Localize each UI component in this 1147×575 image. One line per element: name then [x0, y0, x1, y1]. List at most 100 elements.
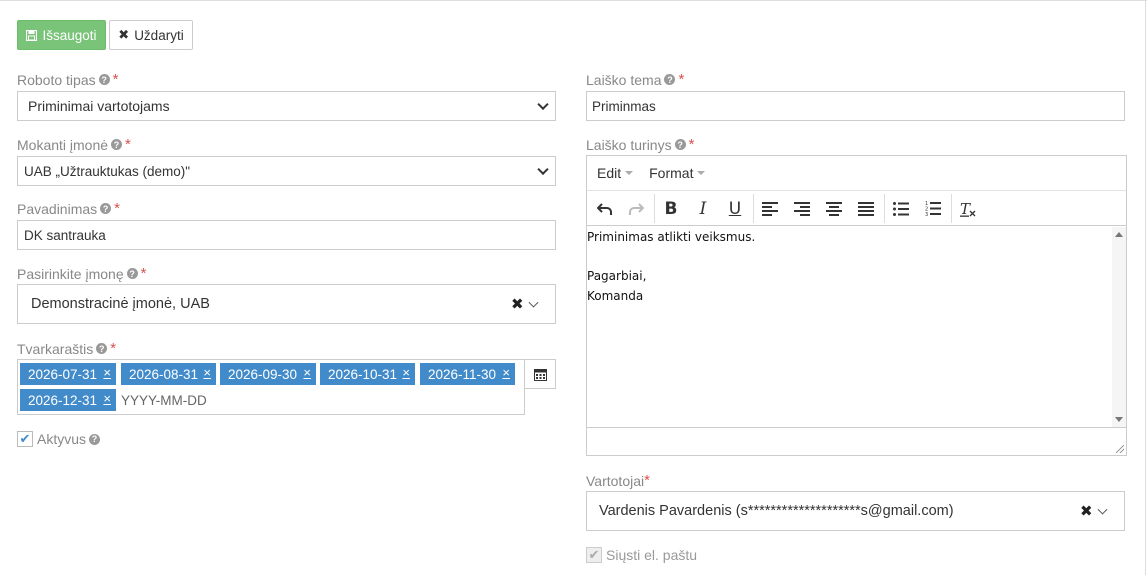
select-company-label: Pasirinkite įmonę ? *	[17, 265, 146, 282]
subject-input[interactable]: Priminmas	[586, 91, 1125, 121]
users-dropdown[interactable]: Vardenis Pavardenis (s******************…	[586, 491, 1125, 531]
robot-type-select[interactable]: Priminimai vartotojams	[17, 91, 556, 121]
robot-type-value: Priminimai vartotojams	[28, 98, 170, 114]
date-tag: 2026-12-31 ×	[20, 389, 116, 411]
help-icon[interactable]: ?	[98, 74, 110, 85]
required-mark: *	[678, 71, 685, 88]
svg-text:3: 3	[925, 212, 928, 216]
required-mark: *	[110, 340, 117, 357]
italic-icon[interactable]: I	[687, 191, 719, 226]
close-button[interactable]: ✖ Uždaryti	[109, 20, 193, 50]
schedule-input[interactable]: 2026-07-31 × 2026-08-31 × 2026-09-30 × 2…	[17, 359, 525, 415]
remove-tag-icon[interactable]: ×	[103, 391, 111, 406]
help-icon[interactable]: ?	[674, 139, 686, 150]
help-icon[interactable]: ?	[100, 203, 112, 214]
date-placeholder[interactable]: YYYY-MM-DD	[121, 393, 207, 408]
help-icon[interactable]: ?	[111, 139, 123, 150]
date-tag: 2026-10-31 ×	[320, 363, 415, 385]
clear-formatting-icon[interactable]: T	[952, 191, 984, 226]
underline-icon[interactable]: U	[719, 191, 751, 226]
send-email-checkbox[interactable]: ✔	[586, 547, 602, 563]
company-label-text: Mokanti įmonė	[17, 136, 109, 153]
scroll-down-icon[interactable]	[1115, 417, 1123, 422]
remove-tag-icon[interactable]: ×	[502, 365, 510, 380]
align-center-icon[interactable]	[818, 191, 850, 226]
chevron-down-icon[interactable]	[1097, 504, 1108, 515]
remove-tag-icon[interactable]: ×	[103, 365, 111, 380]
close-icon: ✖	[118, 27, 130, 42]
save-button-label: Išsaugoti	[42, 27, 97, 43]
help-icon[interactable]: ?	[96, 343, 108, 354]
menu-edit[interactable]: Edit	[597, 165, 634, 181]
name-label: Pavadinimas ? *	[17, 200, 120, 217]
active-checkbox[interactable]: ✔	[17, 431, 33, 447]
align-right-icon[interactable]	[786, 191, 818, 226]
bullet-list-icon[interactable]	[885, 191, 917, 226]
clear-icon[interactable]: ✖	[511, 295, 524, 313]
save-button[interactable]: Išsaugoti	[17, 20, 106, 50]
company-value: UAB „Užtrauktukas (demo)"	[24, 163, 191, 179]
required-mark: *	[644, 472, 650, 489]
remove-tag-icon[interactable]: ×	[303, 365, 311, 380]
editor-content[interactable]: Priminimas atlikti veiksmus. Pagarbiai, …	[587, 227, 1112, 427]
undo-icon[interactable]	[589, 191, 621, 226]
users-label-text: Vartotojai	[586, 472, 645, 489]
caret-down-icon	[697, 171, 706, 175]
date-tag-label: 2026-08-31	[129, 366, 199, 382]
calendar-button[interactable]	[524, 359, 556, 389]
floppy-icon	[26, 29, 38, 41]
menu-format[interactable]: Format	[649, 165, 706, 181]
scroll-up-icon[interactable]	[1115, 232, 1123, 237]
company-label: Mokanti įmonė ? *	[17, 136, 131, 153]
editor-toolbar: B I U 123 T	[587, 191, 1126, 226]
active-label: Aktyvus ?	[37, 431, 101, 447]
redo-icon[interactable]	[620, 191, 652, 226]
help-icon[interactable]: ?	[126, 268, 138, 279]
select-company-label-text: Pasirinkite įmonę	[17, 265, 124, 282]
robot-type-label: Roboto tipas ? *	[17, 71, 118, 88]
name-value: DK santrauka	[24, 227, 106, 243]
help-icon[interactable]: ?	[664, 74, 676, 85]
chevron-down-icon	[537, 163, 549, 176]
align-left-icon[interactable]	[754, 191, 786, 226]
chevron-down-icon[interactable]	[528, 297, 539, 308]
schedule-label: Tvarkaraštis ? *	[17, 340, 116, 357]
check-icon: ✔	[588, 547, 600, 562]
company-select[interactable]: UAB „Užtrauktukas (demo)"	[17, 156, 556, 186]
editor-scrollbar[interactable]	[1112, 227, 1126, 427]
resize-handle-icon[interactable]	[1116, 445, 1124, 453]
users-value: Vardenis Pavardenis (s******************…	[599, 503, 954, 519]
subject-label-text: Laiško tema	[586, 71, 662, 88]
editor-line: Priminimas atlikti veiksmus.	[587, 230, 756, 244]
help-icon[interactable]: ?	[89, 433, 101, 445]
date-tag-label: 2026-10-31	[328, 366, 398, 382]
required-mark: *	[125, 136, 131, 153]
numbered-list-icon[interactable]: 123	[917, 191, 949, 226]
chevron-down-icon	[537, 98, 549, 111]
check-icon: ✔	[19, 431, 31, 446]
calendar-icon	[533, 368, 547, 381]
schedule-label-text: Tvarkaraštis	[17, 340, 94, 357]
close-button-label: Uždaryti	[134, 27, 184, 43]
menu-format-label: Format	[649, 165, 694, 181]
required-mark: *	[140, 265, 147, 282]
align-justify-icon[interactable]	[850, 191, 882, 226]
body-label: Laiško turinys ? *	[586, 136, 694, 153]
remove-tag-icon[interactable]: ×	[203, 365, 211, 380]
date-tag-label: 2026-12-31	[28, 392, 98, 408]
active-label-text: Aktyvus	[37, 431, 87, 447]
bold-icon[interactable]: B	[655, 191, 687, 226]
date-tag: 2026-07-31 ×	[20, 363, 116, 385]
clear-icon[interactable]: ✖	[1080, 502, 1093, 520]
remove-tag-icon[interactable]: ×	[402, 365, 410, 380]
name-input[interactable]: DK santrauka	[17, 220, 556, 250]
select-company-dropdown[interactable]: Demonstracinė įmonė, UAB ✖	[17, 284, 556, 324]
select-company-value: Demonstracinė įmonė, UAB	[31, 296, 210, 312]
date-tag-label: 2026-11-30	[428, 366, 497, 382]
rich-text-editor: Edit Format B I U 1 2 3 T Priminimas atl…	[586, 155, 1127, 456]
editor-statusbar	[587, 427, 1126, 455]
name-label-text: Pavadinimas	[17, 200, 98, 217]
editor-line: Pagarbiai,	[587, 269, 647, 283]
robot-type-label-text: Roboto tipas	[17, 71, 96, 88]
